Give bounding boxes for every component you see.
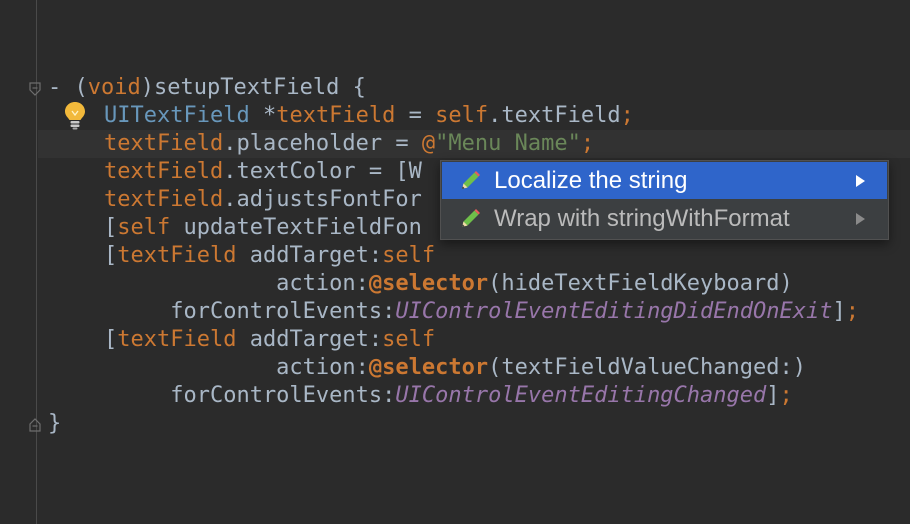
code-token: forControlEvents: [104, 299, 396, 324]
code-token: ] [832, 299, 846, 324]
code-line[interactable]: [self updateTextFieldFon [104, 214, 422, 242]
code-token: - ( [48, 75, 88, 100]
code-token: @selector [368, 355, 489, 380]
code-token: self [382, 327, 436, 352]
code-line[interactable]: action:@selector(textFieldValueChanged:) [104, 354, 806, 382]
code-token: @selector [368, 271, 489, 296]
code-token: void [87, 75, 141, 100]
code-token: updateTextFieldFon [170, 215, 422, 240]
menu-item-label: Localize the string [494, 166, 688, 194]
code-token: textField [104, 159, 224, 184]
code-token: .textColor = [W [223, 159, 422, 184]
code-token: ; [580, 131, 595, 156]
code-token: addTarget: [236, 243, 383, 268]
code-token: UIControlEventEditingChanged [395, 383, 767, 408]
code-token: .adjustsFontFor [223, 187, 422, 212]
code-token: ; [779, 383, 793, 408]
code-token: UITextField [104, 103, 250, 128]
fold-marker-icon[interactable] [29, 82, 41, 96]
code-token: .placeholder = [223, 131, 422, 156]
code-token: textField [104, 187, 224, 212]
code-line[interactable]: - (void)setupTextField { [48, 74, 366, 102]
code-token: ; [845, 299, 859, 324]
code-token: (hideTextFieldKeyboard) [488, 271, 793, 296]
lightbulb-icon[interactable] [62, 100, 88, 130]
code-token: [ [104, 327, 118, 352]
code-line[interactable]: [textField addTarget:self [104, 242, 435, 270]
code-token: self [435, 103, 489, 128]
code-token: action: [104, 355, 369, 380]
code-token: * [249, 103, 277, 128]
code-token: UIControlEventEditingDidEndOnExit [395, 299, 833, 324]
chevron-right-icon [856, 212, 865, 225]
code-token: = [395, 103, 436, 128]
code-token: } [48, 411, 62, 436]
code-line[interactable]: action:@selector(hideTextFieldKeyboard) [104, 270, 793, 298]
code-token: action: [104, 271, 369, 296]
code-token: [ [104, 243, 118, 268]
code-line[interactable]: [textField addTarget:self [104, 326, 435, 354]
code-token: self [382, 243, 436, 268]
code-token: "Menu Name" [435, 131, 581, 156]
code-token: textField [117, 327, 237, 352]
code-token: @ [421, 131, 436, 156]
code-token: )setupTextField { [140, 75, 366, 100]
code-token: self [117, 215, 171, 240]
menu-item-localize-string[interactable]: Localize the string [442, 162, 887, 199]
menu-item-wrap-string-with-format[interactable]: Wrap with stringWithFormat [442, 200, 887, 237]
code-token: textField [104, 131, 224, 156]
code-line[interactable]: UITextField *textField = self.textField; [104, 102, 634, 130]
code-line[interactable]: forControlEvents:UIControlEventEditingDi… [104, 298, 859, 326]
code-line[interactable]: } [48, 410, 61, 438]
intention-actions-popup: Localize the string Wrap with stringWith… [440, 160, 889, 240]
code-token: (textFieldValueChanged:) [488, 355, 807, 380]
code-token: textField [276, 103, 396, 128]
code-line[interactable]: textField.adjustsFontFor [104, 186, 422, 214]
code-line[interactable]: textField.placeholder = @"Menu Name"; [38, 130, 910, 158]
menu-item-label: Wrap with stringWithFormat [494, 204, 790, 232]
chevron-right-icon [856, 174, 865, 187]
code-line[interactable]: textField.textColor = [W [104, 158, 422, 186]
code-token: ; [620, 103, 634, 128]
code-token: forControlEvents: [104, 383, 396, 408]
pencil-icon [462, 208, 480, 227]
code-token: .textField [488, 103, 621, 128]
code-token: addTarget: [236, 327, 383, 352]
editor-gutter-divider [36, 0, 37, 524]
code-token: ] [766, 383, 780, 408]
code-token: [ [104, 215, 118, 240]
code-token: textField [117, 243, 237, 268]
fold-marker-icon[interactable] [29, 418, 41, 432]
pencil-icon [462, 170, 480, 189]
code-line[interactable]: forControlEvents:UIControlEventEditingCh… [104, 382, 793, 410]
